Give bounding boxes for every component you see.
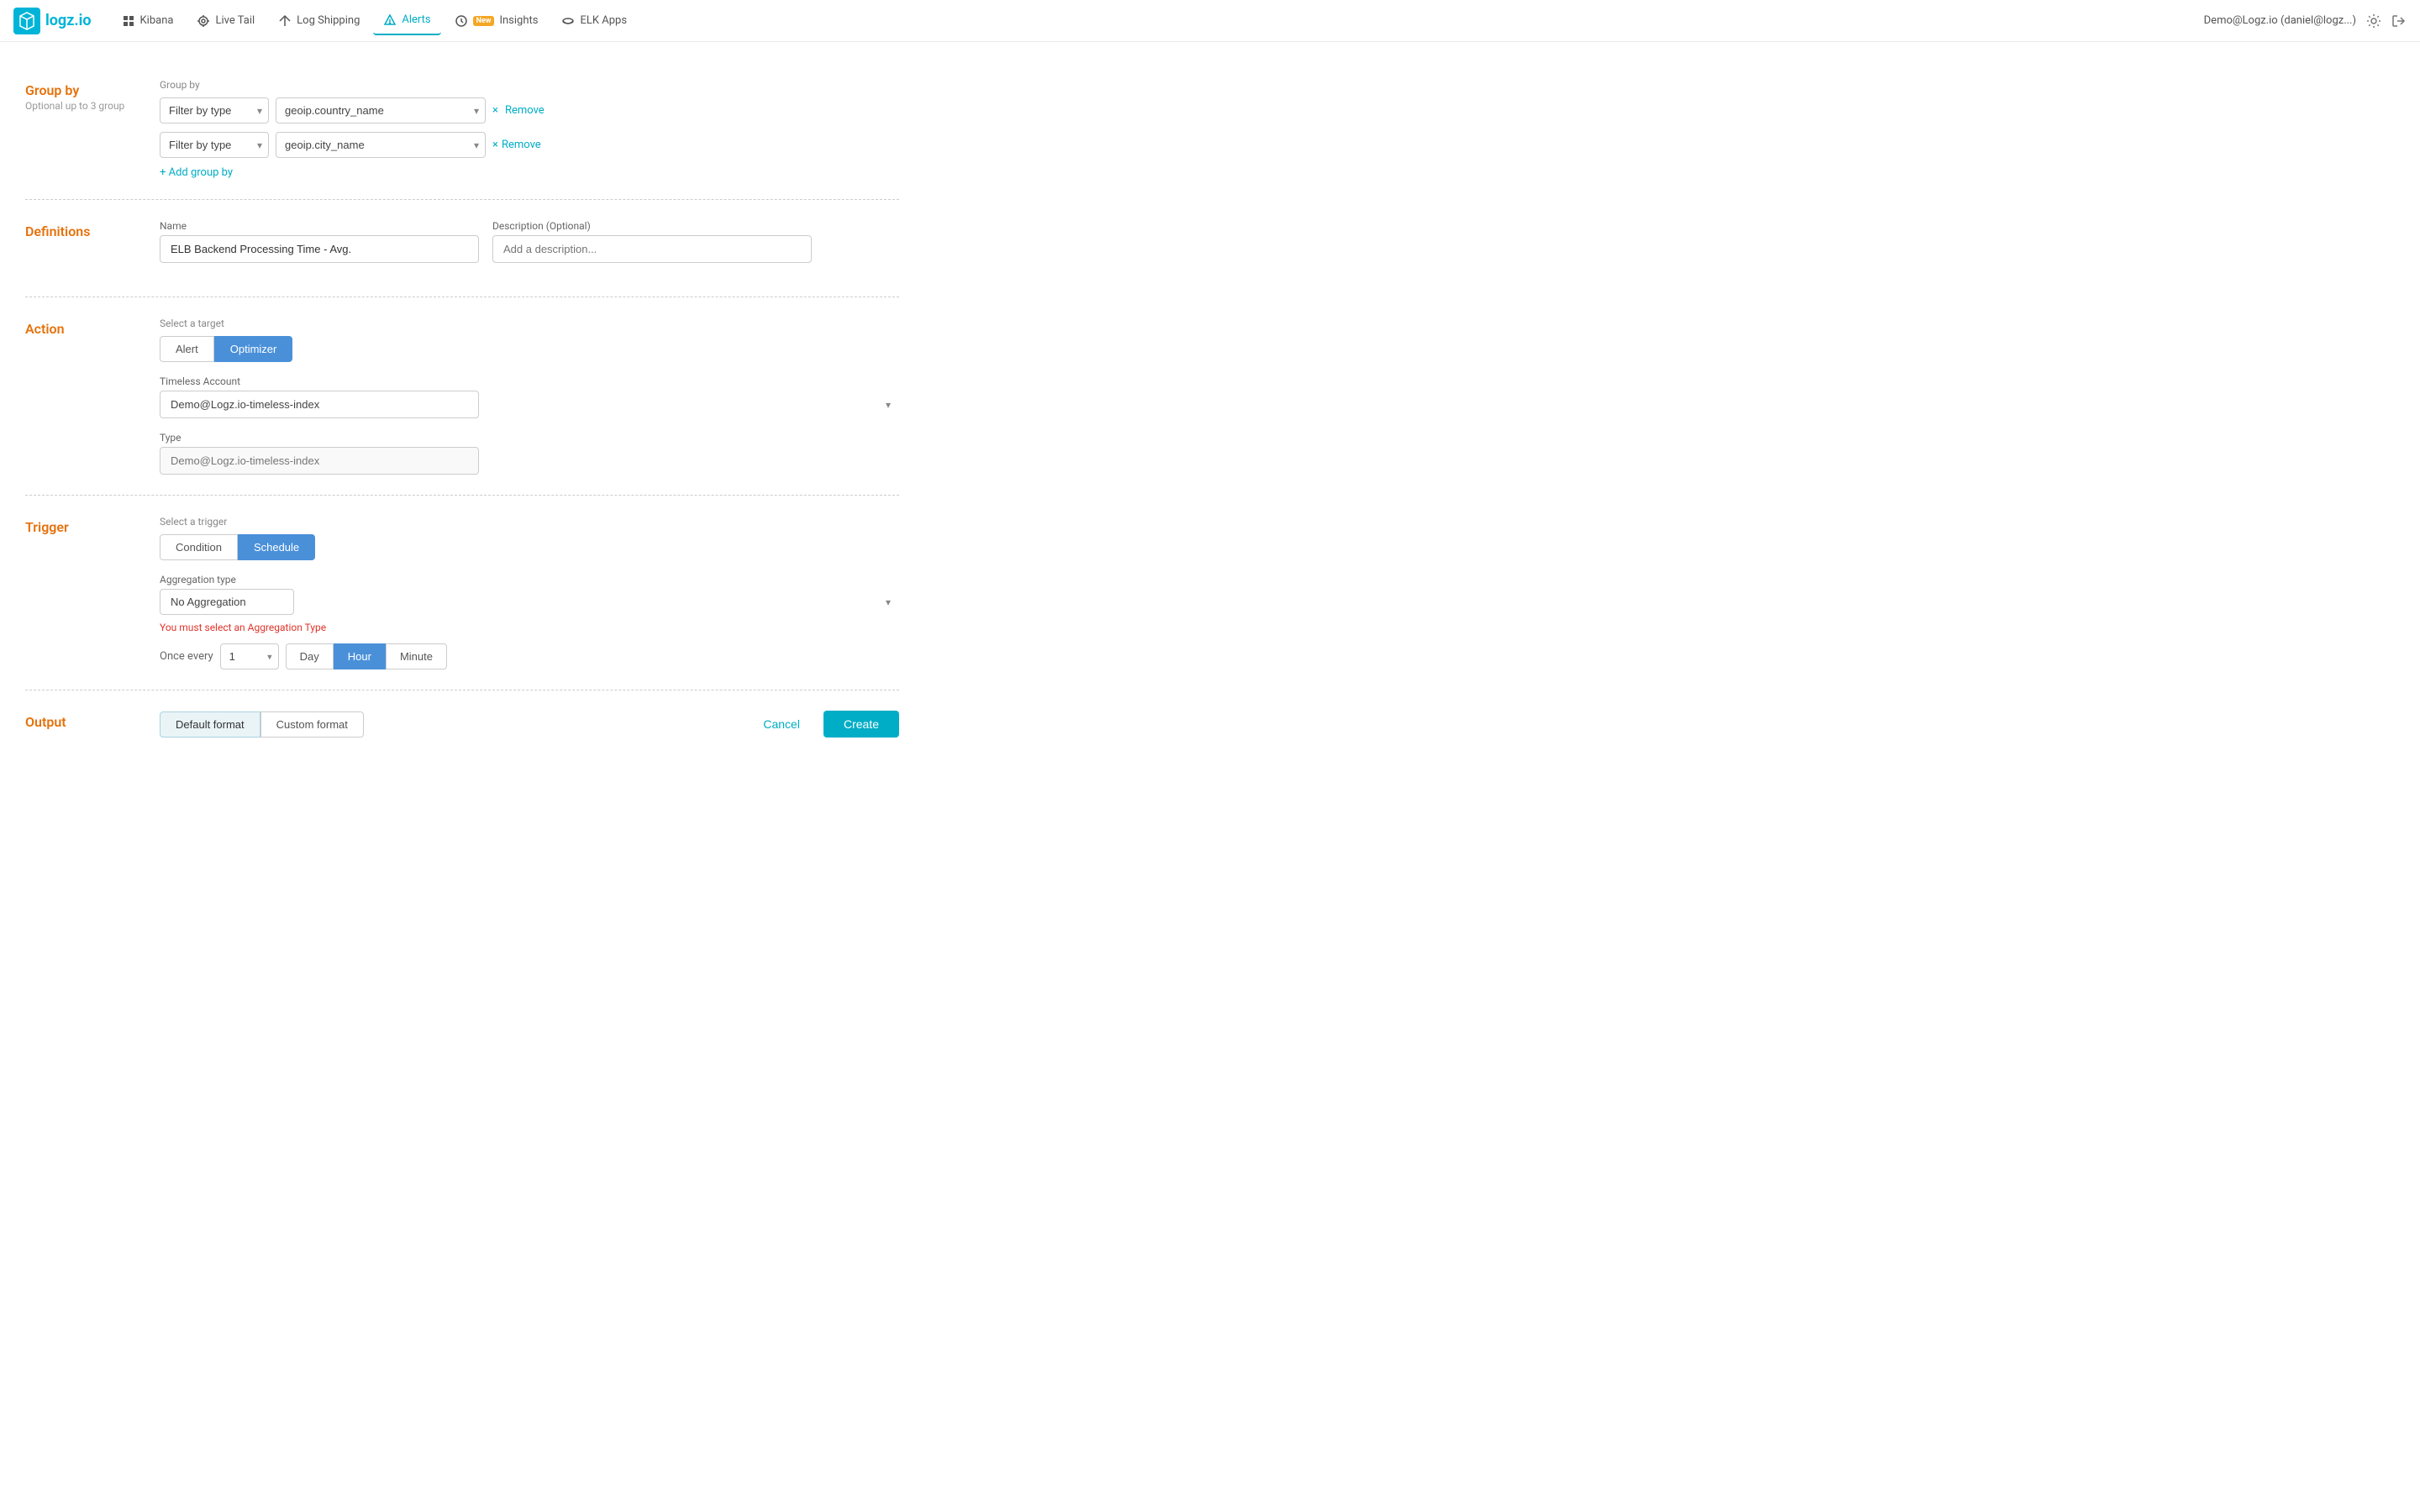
name-input[interactable]	[160, 235, 479, 263]
navbar: logz.io Kibana Live Tail Log Shipping Al…	[0, 0, 2420, 42]
group-by-section: Group by Optional up to 3 group Group by…	[25, 59, 899, 200]
aggregation-type-label: Aggregation type	[160, 574, 899, 585]
description-group: Description (Optional)	[492, 220, 812, 263]
output-format-group: Default format Custom format	[160, 711, 364, 738]
filter-type-select-wrapper-1: Filter by type	[160, 97, 269, 123]
group-by-row-1: Filter by type geoip.country_name × × Re…	[160, 97, 899, 123]
remove-link-2[interactable]: × Remove	[492, 139, 541, 151]
filter-type-select-1[interactable]: Filter by type	[160, 97, 269, 123]
group-by-row-2: Filter by type geoip.city_name × Remove	[160, 132, 899, 158]
definitions-label: Definitions	[25, 220, 160, 276]
default-format-button[interactable]: Default format	[160, 711, 260, 738]
create-button[interactable]: Create	[823, 711, 899, 738]
trigger-btn-group: Condition Schedule	[160, 534, 899, 560]
name-label: Name	[160, 220, 479, 232]
group-by-label: Group by Optional up to 3 group	[25, 79, 160, 179]
trigger-body: Select a trigger Condition Schedule Aggr…	[160, 516, 899, 669]
nav-elkapps[interactable]: ELK Apps	[551, 8, 637, 34]
logo-text: logz.io	[45, 12, 92, 29]
once-every-num-wrapper: 1 2 5 10	[220, 643, 279, 669]
type-label: Type	[160, 432, 899, 444]
add-group-by-link[interactable]: + Add group by	[160, 166, 899, 179]
once-every-select[interactable]: 1 2 5 10	[220, 643, 279, 669]
definitions-form-row: Name Description (Optional)	[160, 220, 899, 263]
navbar-right: Demo@Logz.io (daniel@logz...)	[2204, 13, 2407, 29]
field-select-1[interactable]: geoip.country_name	[276, 97, 486, 123]
nav-alerts[interactable]: Alerts	[373, 7, 440, 35]
target-btn-group: Alert Optimizer	[160, 336, 899, 362]
condition-button[interactable]: Condition	[160, 534, 238, 560]
aggregation-type-group: Aggregation type No Aggregation Count Av…	[160, 574, 899, 633]
output-section: Output Default format Custom format Canc…	[25, 690, 899, 758]
trigger-section: Trigger Select a trigger Condition Sched…	[25, 496, 899, 690]
name-group: Name	[160, 220, 479, 263]
nav-logshipping[interactable]: Log Shipping	[268, 8, 370, 34]
definitions-section: Definitions Name Description (Optional)	[25, 200, 899, 297]
group-by-body: Group by Filter by type geoip.country_na…	[160, 79, 899, 179]
filter-type-select-wrapper-2: Filter by type	[160, 132, 269, 158]
filter-type-select-2[interactable]: Filter by type	[160, 132, 269, 158]
nav-kibana[interactable]: Kibana	[112, 8, 184, 34]
timeless-account-group: Timeless Account Demo@Logz.io-timeless-i…	[160, 375, 899, 418]
aggregation-error: You must select an Aggregation Type	[160, 622, 899, 633]
timeless-account-select[interactable]: Demo@Logz.io-timeless-index	[160, 391, 479, 418]
once-every-label: Once every	[160, 650, 213, 663]
cancel-button[interactable]: Cancel	[750, 711, 813, 738]
aggregation-select-wrapper: No Aggregation Count Average Sum Min Max	[160, 589, 899, 615]
timeless-account-label: Timeless Account	[160, 375, 899, 387]
action-label: Action	[25, 318, 160, 475]
select-trigger-label: Select a trigger	[160, 516, 899, 528]
trigger-label: Trigger	[25, 516, 160, 669]
user-info[interactable]: Demo@Logz.io (daniel@logz...)	[2204, 14, 2356, 27]
type-group: Type	[160, 432, 899, 475]
field-select-wrapper-2: geoip.city_name	[276, 132, 486, 158]
output-label: Output	[25, 711, 160, 738]
description-input[interactable]	[492, 235, 812, 263]
day-button[interactable]: Day	[286, 643, 334, 669]
timeless-account-select-wrapper: Demo@Logz.io-timeless-index	[160, 391, 899, 418]
action-body: Select a target Alert Optimizer Timeless…	[160, 318, 899, 475]
output-body: Default format Custom format Cancel Crea…	[160, 711, 899, 738]
time-btn-group: Day Hour Minute	[286, 643, 447, 669]
nav-livetail[interactable]: Live Tail	[187, 8, 265, 34]
aggregation-select[interactable]: No Aggregation Count Average Sum Min Max	[160, 589, 294, 615]
select-target-label: Select a target	[160, 318, 899, 329]
output-actions: Cancel Create	[750, 711, 899, 738]
remove-link-1[interactable]: × × Remove Remove	[492, 104, 544, 117]
hour-button[interactable]: Hour	[334, 643, 386, 669]
schedule-button[interactable]: Schedule	[238, 534, 315, 560]
main-content: Group by Optional up to 3 group Group by…	[0, 42, 924, 774]
logo[interactable]: logz.io	[13, 8, 92, 34]
alert-button[interactable]: Alert	[160, 336, 214, 362]
logout-icon[interactable]	[2391, 13, 2407, 29]
description-label: Description (Optional)	[492, 220, 812, 232]
nav-insights[interactable]: New Insights	[445, 8, 549, 34]
action-section: Action Select a target Alert Optimizer T…	[25, 297, 899, 496]
minute-button[interactable]: Minute	[386, 643, 447, 669]
type-input[interactable]	[160, 447, 479, 475]
nav-items: Kibana Live Tail Log Shipping Alerts New…	[112, 7, 2204, 35]
custom-format-button[interactable]: Custom format	[260, 711, 364, 738]
definitions-body: Name Description (Optional)	[160, 220, 899, 276]
field-select-2[interactable]: geoip.city_name	[276, 132, 486, 158]
once-every-row: Once every 1 2 5 10 Day Hour Minute	[160, 643, 899, 669]
gear-icon[interactable]	[2366, 13, 2381, 29]
field-select-wrapper-1: geoip.country_name	[276, 97, 486, 123]
output-row: Default format Custom format Cancel Crea…	[160, 711, 899, 738]
optimizer-button[interactable]: Optimizer	[214, 336, 293, 362]
group-by-header-label: Group by	[160, 79, 899, 91]
